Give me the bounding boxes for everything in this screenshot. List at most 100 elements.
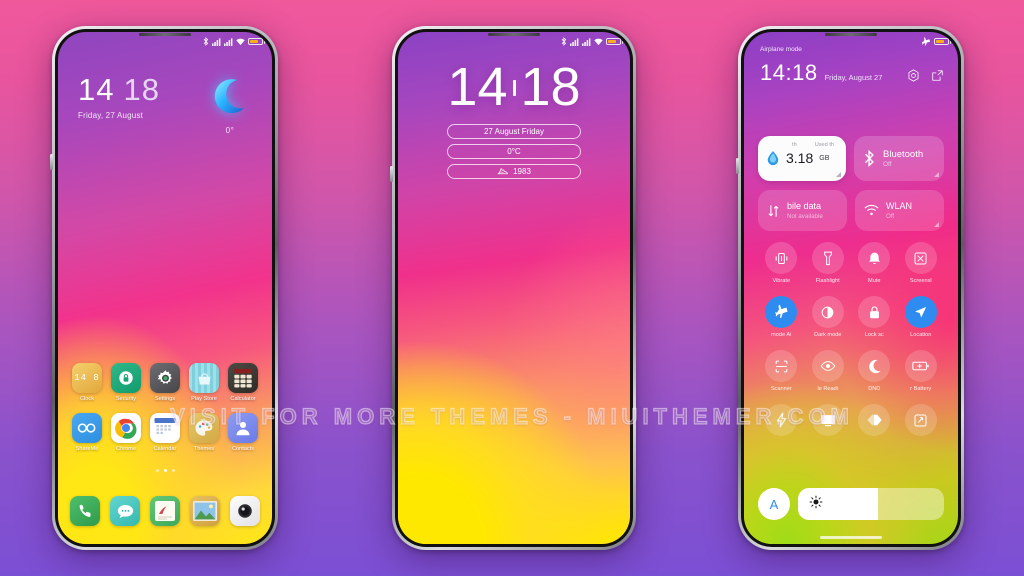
- messages-icon[interactable]: [110, 496, 140, 526]
- resize-corner[interactable]: [934, 172, 939, 177]
- toggle-label: r Battery: [910, 386, 932, 392]
- phone2-screen[interactable]: 14 18 27 August Friday 0°C 1983: [398, 32, 630, 544]
- bluetooth-icon: [864, 150, 874, 167]
- pill-steps[interactable]: 1983: [447, 164, 581, 180]
- tile-bluetooth[interactable]: Bluetooth Off: [854, 136, 944, 181]
- notes-icon[interactable]: [150, 496, 180, 526]
- toggle-cast[interactable]: [805, 404, 852, 440]
- toggle-airplane-mode[interactable]: mode Ai: [758, 296, 805, 338]
- app-security[interactable]: Security: [107, 363, 145, 402]
- app-calendar[interactable]: Calendar: [146, 413, 184, 452]
- toggle-dark-mode[interactable]: Dark mode: [805, 296, 852, 338]
- battery-icon: [934, 38, 951, 45]
- power-bolt-icon: [765, 404, 798, 436]
- home-indicator[interactable]: [820, 536, 882, 539]
- brightness-slider[interactable]: [798, 488, 944, 520]
- toggle-power[interactable]: [758, 404, 805, 440]
- bluetooth-icon: [203, 37, 209, 46]
- toggle-vibrate[interactable]: Vibrate: [758, 242, 805, 284]
- pill-temperature[interactable]: 0°C: [447, 144, 581, 160]
- toggle-lock-screen[interactable]: Lock sc: [851, 296, 898, 338]
- phone1-dock: [58, 496, 272, 526]
- lock-hours: 14: [447, 57, 508, 117]
- pill-text: 27 August Friday: [483, 127, 545, 137]
- toggle-label: Screensl: [909, 278, 932, 284]
- scanner-icon: [765, 350, 798, 382]
- camera-icon[interactable]: [230, 496, 260, 526]
- control-center-header: 14:18 Friday, August 27: [760, 62, 944, 84]
- airplane-mode-label: Airplane mode: [760, 46, 802, 53]
- play-store-icon: [189, 363, 219, 393]
- phone1-bezel: 14 18 Friday, 27 August 0° 14 8 Clock Se…: [55, 29, 275, 547]
- tile-state: Not available: [787, 212, 823, 220]
- app-calculator[interactable]: Calculator: [224, 363, 262, 402]
- toggle-contrast[interactable]: [851, 404, 898, 440]
- eye-reading-icon: [811, 350, 844, 382]
- toggle-flashlight[interactable]: Flashlight: [805, 242, 852, 284]
- tile-mobile-data[interactable]: bile data Not available: [758, 190, 847, 231]
- app-themes[interactable]: Themes: [185, 413, 223, 452]
- calendar-icon: [150, 413, 180, 443]
- toggle-reading-mode[interactable]: le Readi: [805, 350, 852, 392]
- lock-date: Friday, 27 August: [78, 111, 144, 120]
- themes-palette-icon: [189, 413, 219, 443]
- page-dot-active[interactable]: [163, 469, 167, 472]
- phone-device-2: 14 18 27 August Friday 0°C 1983: [390, 26, 636, 550]
- data-value: 3.18: [786, 150, 814, 166]
- settings-gear-icon[interactable]: [907, 69, 920, 82]
- page-dot[interactable]: [155, 469, 159, 472]
- toggle-mute[interactable]: Mute: [851, 242, 898, 284]
- contacts-icon: [228, 413, 258, 443]
- resize-corner[interactable]: [934, 222, 939, 227]
- phone2-side-button[interactable]: [390, 166, 393, 182]
- control-center: Airplane mode 14:18 Friday, August 27 th…: [744, 32, 958, 544]
- phone3-screen[interactable]: Airplane mode 14:18 Friday, August 27 th…: [744, 32, 958, 544]
- resize-corner[interactable]: [836, 172, 841, 177]
- gallery-icon[interactable]: [190, 496, 220, 526]
- toggle-screenshot[interactable]: Screensl: [898, 242, 945, 284]
- toggle-battery-saver[interactable]: r Battery: [898, 350, 945, 392]
- phone2-bezel: 14 18 27 August Friday 0°C 1983: [395, 29, 633, 547]
- edit-icon[interactable]: [931, 69, 944, 82]
- earpiece-speaker: [488, 33, 540, 36]
- tile-wlan[interactable]: WLAN Off: [855, 190, 944, 231]
- page-dot[interactable]: [171, 469, 175, 472]
- phone1-side-button[interactable]: [50, 154, 53, 170]
- cc-primary-tiles: th Used th 3.18 GB Bluetooth Off: [758, 136, 944, 181]
- phone3-side-button[interactable]: [736, 158, 739, 174]
- tile-data-usage[interactable]: th Used th 3.18 GB: [758, 136, 846, 181]
- app-play-store[interactable]: Play Store: [185, 363, 223, 402]
- shareme-icon: [72, 413, 102, 443]
- earpiece-speaker: [139, 33, 191, 36]
- steps-shoe-icon: [497, 168, 508, 175]
- phone1-status-bar: [203, 37, 265, 46]
- phone-icon[interactable]: [70, 496, 100, 526]
- expand-icon: [904, 404, 937, 436]
- sun-icon: [809, 495, 823, 514]
- phone1-screen[interactable]: 14 18 Friday, 27 August 0° 14 8 Clock Se…: [58, 32, 272, 544]
- calculator-icon: [228, 363, 258, 393]
- app-settings[interactable]: Settings: [146, 363, 184, 402]
- app-shareme[interactable]: ShareMe: [68, 413, 106, 452]
- toggle-expand[interactable]: [898, 404, 945, 440]
- pill-date[interactable]: 27 August Friday: [447, 124, 581, 140]
- flashlight-icon: [811, 242, 844, 274]
- clock-separator: [512, 79, 516, 96]
- app-label: Play Store: [191, 396, 217, 402]
- toggle-dnd[interactable]: DND: [851, 350, 898, 392]
- app-chrome[interactable]: Chrome: [107, 413, 145, 452]
- earpiece-speaker: [825, 33, 877, 36]
- toggle-location[interactable]: Location: [898, 296, 945, 338]
- auto-brightness-button[interactable]: A: [758, 488, 790, 520]
- phone1-weather-widget[interactable]: 0°: [210, 76, 250, 135]
- phone2-lock-widget: 14 18 27 August Friday 0°C 1983: [398, 57, 630, 180]
- toggle-label: Lock sc: [864, 332, 884, 338]
- toggle-scanner[interactable]: Scanner: [758, 350, 805, 392]
- app-clock[interactable]: 14 8 Clock: [68, 363, 106, 402]
- lock-icon: [858, 296, 891, 328]
- lock-hours: 14: [78, 72, 115, 107]
- app-contacts[interactable]: Contacts: [224, 413, 262, 452]
- wifi-icon: [864, 204, 879, 216]
- phone3-bezel: Airplane mode 14:18 Friday, August 27 th…: [741, 29, 961, 547]
- mobile-data-icon: [768, 204, 779, 217]
